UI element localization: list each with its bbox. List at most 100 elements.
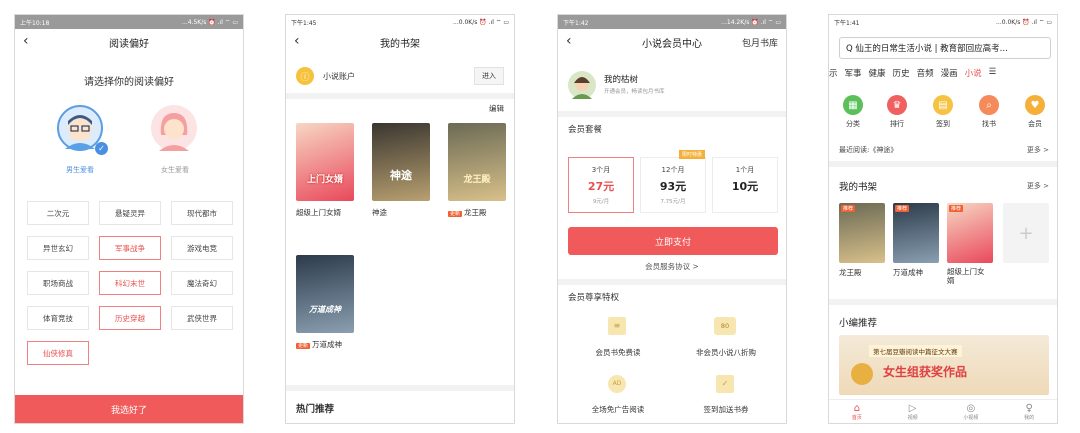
avatar[interactable] [568,71,596,99]
genre-chip[interactable]: 异世玄幻 [27,236,89,260]
status-indicators: ...0.0K/s ⏰ .ıl ⌔ ▭ [996,19,1052,26]
genre-chip[interactable]: 仙侠修真 [27,341,89,365]
channel-tab[interactable]: 军事 [845,67,862,79]
banner-line1: 第七届豆瓣阅读中篇征文大赛 [869,345,962,357]
promo-banner[interactable]: 第七届豆瓣阅读中篇征文大赛 女生组获奖作品 [839,335,1049,395]
nav-label: 视频 [907,414,918,421]
back-icon[interactable]: ‹ [294,33,300,49]
edit-button[interactable]: 编辑 [489,103,504,114]
book-title[interactable]: 更新 万道成神 [296,339,342,350]
shelf-title: 我的书架 [839,182,878,193]
member-icon[interactable]: ♥ [1025,95,1045,115]
nav-home[interactable]: ⌂ 首页 [852,403,862,421]
page-title: 小说会员中心 [642,38,702,50]
category-glyph: ▦ [848,99,858,111]
genre-chip[interactable]: 二次元 [27,201,89,225]
genre-chip[interactable]: 职场商战 [27,271,89,295]
book-title[interactable]: 更新 龙王殿 [448,207,487,218]
shelf-book-cover[interactable]: 推荐 [947,203,993,263]
genre-chip[interactable]: 游戏电竞 [171,236,233,260]
confirm-button[interactable]: 我选好了 [15,395,243,423]
female-avatar[interactable] [151,105,197,151]
male-label: 男生爱看 [66,166,94,174]
channel-tab[interactable]: 音频 [917,67,934,79]
book-cover[interactable]: 万道成神 [296,255,354,333]
genre-chip[interactable]: 现代都市 [171,201,233,225]
genre-chip[interactable]: 武侠世界 [171,306,233,330]
more-link[interactable]: 更多 > [1027,181,1049,191]
status-time: 上午10:18 [20,19,50,27]
shelf-book-title[interactable]: 万道成神 [893,267,923,278]
prompt-text: 请选择你的阅读偏好 [84,77,174,88]
package-option[interactable]: 3个月 27元 9元/月 [568,157,634,213]
nav-bar: ‹ 阅读偏好 [15,29,243,55]
shelf-book-title[interactable]: 超级上门女婿 [947,267,991,285]
hot-recommend-title: 热门推荐 [296,404,335,415]
channel-tab[interactable]: 小说 [965,67,982,79]
find-book-icon[interactable]: ⌕ [979,95,999,115]
nav-label: 我的 [1024,414,1035,421]
genre-chip[interactable]: 军事战争 [99,236,161,260]
channel-tab[interactable]: 漫画 [941,67,958,79]
enter-button[interactable]: 进入 [474,67,504,85]
channel-tab[interactable]: 健康 [869,67,886,79]
add-book-icon[interactable]: + [1003,203,1049,263]
update-tag: 更新 [296,343,311,349]
privilege-label: 会员书免费读 [595,348,641,357]
genre-chip[interactable]: 魔法奇幻 [171,271,233,295]
checkin-icon[interactable]: ▤ [933,95,953,115]
update-tag: 更新 [448,211,463,217]
book-cover[interactable]: 龙王殿 [448,123,506,201]
recent-reading[interactable]: 最近阅读:《神途》 [839,145,897,155]
member-glyph: ♥ [1030,99,1040,111]
account-row[interactable]: ⓘ 小说账户 进入 [286,63,514,89]
book-cover[interactable]: 上门女婿 [296,123,354,201]
back-icon[interactable]: ‹ [566,33,572,49]
package-duration: 12个月 [661,166,685,174]
ranking-glyph: ♛ [892,99,902,111]
medal-icon [851,363,873,385]
channel-tab[interactable]: 历史 [893,67,910,79]
nav-short-video[interactable]: ◎ 小视频 [963,403,978,421]
nav-video[interactable]: ▷ 视频 [908,403,918,421]
package-option[interactable]: 1个月 10元 [712,157,778,213]
search-input[interactable]: Q 仙王的日常生活小说 | 教育部回应高考... [839,37,1051,59]
genre-chip[interactable]: 历史穿越 [99,306,161,330]
pay-now-button[interactable]: 立即支付 [568,227,778,255]
female-label: 女生爱看 [161,166,189,174]
package-option[interactable]: 限时特惠 12个月 93元 7.75元/月 [640,150,706,213]
shelf-book-cover[interactable]: 推荐 [839,203,885,263]
package-per-month: 9元/月 [592,199,610,205]
service-agreement-link[interactable]: 会员服务协议 > [558,261,786,272]
checkin-glyph: ▤ [938,99,948,111]
short-video-icon: ◎ [966,402,976,414]
channel-tab[interactable]: 示 [829,67,838,79]
male-face-icon [65,115,95,149]
status-bar: 下午1:45 ...0.0K/s ⏰ .ıl ⌔ ▭ [286,15,514,29]
ranking-icon[interactable]: ♛ [887,95,907,115]
cover-title: 龙王殿 [463,175,491,185]
status-time: 下午1:45 [291,19,317,27]
status-bar: 下午1:41 ...0.0K/s ⏰ .ıl ⌔ ▭ [829,15,1057,29]
profile-icon: ♀ [1025,402,1033,414]
status-bar: 下午1:42 ...14.2K/s ⏰ .ıl ⌔ ▭ [558,15,786,29]
genre-chip[interactable]: 科幻末世 [99,271,161,295]
nav-bar: ‹ 我的书架 [286,29,514,55]
free-book-icon: ≡ [608,317,626,335]
genre-chip[interactable]: 体育竞技 [27,306,89,330]
channel-tab[interactable]: ☰ [989,67,997,79]
more-link[interactable]: 更多 > [1027,145,1049,155]
shelf-book-title[interactable]: 龙王殿 [839,267,862,278]
book-title[interactable]: 神途 [372,207,387,218]
category-icon[interactable]: ▦ [843,95,863,115]
book-cover[interactable]: 神途 [372,123,430,201]
genre-chip[interactable]: 悬疑灵异 [99,201,161,225]
book-title[interactable]: 超级上门女婿 [296,207,341,218]
user-subtitle: 开通会员，畅读包月书库 [604,89,665,95]
status-time: 下午1:41 [834,19,860,27]
back-icon[interactable]: ‹ [23,33,29,49]
nav-me[interactable]: ♀ 我的 [1024,403,1034,421]
shelf-book-cover[interactable]: 推荐 [893,203,939,263]
monthly-library-link[interactable]: 包月书库 [742,36,778,49]
no-ads-icon: AD [608,375,626,393]
